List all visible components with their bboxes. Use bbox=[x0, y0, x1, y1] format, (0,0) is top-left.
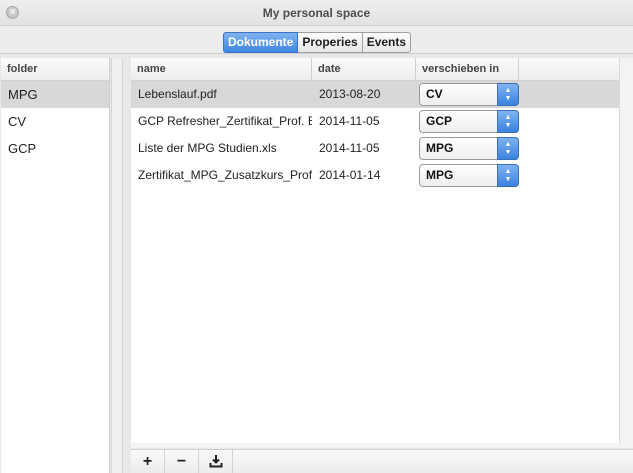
folder-item-gcp[interactable]: GCP bbox=[1, 135, 109, 162]
table-row[interactable]: Liste der MPG Studien.xls 2014-11-05 MPG… bbox=[131, 135, 619, 162]
document-date: 2014-11-05 bbox=[319, 114, 380, 128]
document-name: Zertifikat_MPG_Zusatzkurs_Prof.pdf bbox=[138, 168, 312, 182]
move-to-value: MPG bbox=[426, 168, 454, 182]
move-cell: MPG ▲ ▼ bbox=[416, 135, 519, 162]
stepper-arrows-icon[interactable]: ▲ ▼ bbox=[497, 110, 519, 133]
document-date: 2013-08-20 bbox=[319, 87, 381, 101]
remove-document-button[interactable]: − bbox=[165, 450, 199, 473]
document-name: Lebenslauf.pdf bbox=[138, 87, 217, 101]
document-date: 2014-01-14 bbox=[319, 168, 381, 182]
stepper-arrows-icon[interactable]: ▲ ▼ bbox=[497, 164, 519, 187]
stepper-arrows-icon[interactable]: ▲ ▼ bbox=[497, 137, 519, 160]
move-cell: CV ▲ ▼ bbox=[416, 81, 519, 108]
folder-column-header[interactable]: folder bbox=[1, 58, 109, 81]
table-row[interactable]: GCP Refresher_Zertifikat_Prof. Emmerich.… bbox=[131, 108, 619, 135]
column-header-move[interactable]: verschieben in bbox=[416, 58, 519, 80]
document-date: 2014-11-05 bbox=[319, 141, 380, 155]
document-name: GCP Refresher_Zertifikat_Prof. Emmerich.… bbox=[138, 114, 312, 128]
folder-item-cv[interactable]: CV bbox=[1, 108, 109, 135]
vertical-scrollbar[interactable] bbox=[619, 58, 633, 443]
move-to-value: MPG bbox=[426, 141, 454, 155]
move-to-select[interactable]: GCP ▲ ▼ bbox=[419, 110, 519, 133]
table-row[interactable]: Lebenslauf.pdf 2013-08-20 CV ▲ ▼ bbox=[131, 81, 619, 108]
move-to-value: GCP bbox=[426, 114, 453, 128]
document-name: Liste der MPG Studien.xls bbox=[138, 141, 277, 155]
main-panel: folder MPG CV GCP name date verschieben … bbox=[0, 53, 633, 473]
tab-events[interactable]: Events bbox=[362, 32, 412, 53]
document-toolbar: + − bbox=[131, 449, 633, 473]
folder-item-mpg[interactable]: MPG bbox=[1, 81, 109, 108]
column-header-name[interactable]: name bbox=[131, 58, 312, 80]
add-document-button[interactable]: + bbox=[131, 450, 165, 473]
window-title: My personal space bbox=[262, 6, 371, 20]
download-button[interactable] bbox=[199, 450, 233, 473]
folder-list: folder MPG CV GCP bbox=[1, 58, 110, 473]
table-row[interactable]: Zertifikat_MPG_Zusatzkurs_Prof.pdf 2014-… bbox=[131, 162, 619, 189]
move-cell: MPG ▲ ▼ bbox=[416, 162, 519, 189]
move-to-select[interactable]: MPG ▲ ▼ bbox=[419, 137, 519, 160]
documents-table: name date verschieben in Lebenslauf.pdf … bbox=[131, 58, 619, 443]
download-icon bbox=[209, 455, 222, 468]
tab-properies[interactable]: Properies bbox=[298, 32, 363, 53]
move-cell: GCP ▲ ▼ bbox=[416, 108, 519, 135]
column-header-date[interactable]: date bbox=[312, 58, 416, 80]
column-header-filler bbox=[519, 58, 619, 80]
horizontal-scrollbar[interactable] bbox=[131, 443, 633, 448]
move-to-select[interactable]: MPG ▲ ▼ bbox=[419, 164, 519, 187]
move-to-value: CV bbox=[426, 87, 443, 101]
tab-bar: Dokumente Properies Events bbox=[223, 32, 412, 53]
split-divider[interactable] bbox=[111, 58, 123, 473]
tab-dokumente[interactable]: Dokumente bbox=[223, 32, 299, 53]
title-bar: × My personal space bbox=[0, 0, 633, 26]
table-header: name date verschieben in bbox=[131, 58, 619, 81]
move-to-select[interactable]: CV ▲ ▼ bbox=[419, 83, 519, 106]
stepper-arrows-icon[interactable]: ▲ ▼ bbox=[497, 83, 519, 106]
